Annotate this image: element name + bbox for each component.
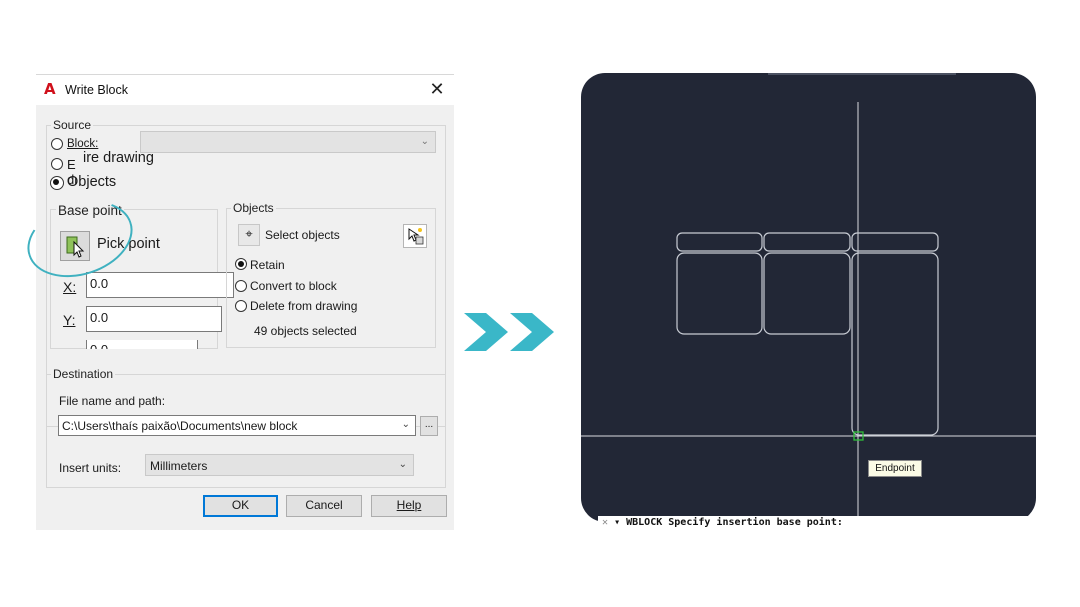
dialog-titlebar: A Write Block ✕ xyxy=(36,75,454,105)
crosshair-icon: ⌖ xyxy=(245,227,253,242)
cad-viewport[interactable] xyxy=(581,73,1036,522)
file-name-label: File name and path: xyxy=(59,394,166,408)
objects-radio-label: Objects xyxy=(67,174,117,190)
z-input-partial[interactable]: 0.0 xyxy=(86,340,198,349)
retain-radio[interactable] xyxy=(235,258,247,270)
objects-group-label: Objects xyxy=(231,201,276,215)
drawing-canvas xyxy=(581,73,1036,522)
write-block-dialog: A Write Block ✕ Source Block: ⌄ Entire d… xyxy=(17,74,454,530)
command-prefix-icon: ✕ xyxy=(602,517,609,528)
delete-from-drawing-label: Delete from drawing xyxy=(250,299,358,313)
convert-to-block-label: Convert to block xyxy=(250,279,337,293)
insert-units-dropdown[interactable]: Millimeters ⌄ xyxy=(145,454,414,476)
objects-selected-count: 49 objects selected xyxy=(254,324,357,338)
autocad-a-icon: A xyxy=(44,80,56,98)
double-chevron-right-icon xyxy=(462,313,562,351)
quick-select-button[interactable] xyxy=(403,224,427,248)
convert-to-block-radio[interactable] xyxy=(235,280,247,292)
close-button[interactable]: ✕ xyxy=(424,78,450,102)
delete-from-drawing-radio[interactable] xyxy=(235,300,247,312)
block-radio[interactable] xyxy=(51,138,63,150)
help-button[interactable]: Help xyxy=(371,495,447,517)
insert-units-label: Insert units: xyxy=(59,461,122,475)
browse-button[interactable]: ... xyxy=(420,416,438,436)
close-icon: ✕ xyxy=(429,79,445,100)
command-text: WBLOCK Specify insertion base point: xyxy=(626,517,843,528)
command-line[interactable]: ✕ ▾ WBLOCK Specify insertion base point: xyxy=(598,516,1038,530)
file-path-value: C:\Users\thaís paixão\Documents\new bloc… xyxy=(62,419,298,433)
quick-select-icon xyxy=(408,228,424,245)
chevron-down-icon: ⌄ xyxy=(398,459,407,470)
endpoint-tooltip: Endpoint xyxy=(868,460,922,477)
cancel-button[interactable]: Cancel xyxy=(286,495,362,517)
command-dropdown-icon[interactable]: ▾ xyxy=(614,517,620,528)
select-objects-button[interactable]: ⌖ xyxy=(238,224,260,246)
dialog-title: Write Block xyxy=(65,83,128,97)
chevron-down-icon: ⌄ xyxy=(401,419,410,430)
y-label: Y: xyxy=(63,312,76,328)
insert-units-value: Millimeters xyxy=(150,459,208,473)
ok-button[interactable]: OK xyxy=(203,495,278,517)
source-group-label: Source xyxy=(51,118,94,132)
retain-label: Retain xyxy=(250,258,285,272)
select-objects-label: Select objects xyxy=(265,228,340,242)
entire-drawing-radio[interactable] xyxy=(51,158,63,170)
block-dropdown[interactable]: ⌄ xyxy=(140,131,436,153)
entire-drawing-label-magnified: ire drawing xyxy=(83,150,154,166)
chevron-down-icon: ⌄ xyxy=(420,136,429,147)
objects-radio[interactable] xyxy=(50,176,64,190)
file-path-combobox[interactable]: C:\Users\thaís paixão\Documents\new bloc… xyxy=(58,415,416,436)
destination-label: Destination xyxy=(51,367,116,381)
sofa-drawing xyxy=(676,232,939,436)
x-label: X: xyxy=(63,279,77,295)
z-input[interactable]: 0.0 xyxy=(86,340,198,349)
x-input[interactable]: 0.0 xyxy=(86,272,234,298)
y-input[interactable]: 0.0 xyxy=(86,306,222,332)
block-radio-label: Block: xyxy=(67,138,99,150)
